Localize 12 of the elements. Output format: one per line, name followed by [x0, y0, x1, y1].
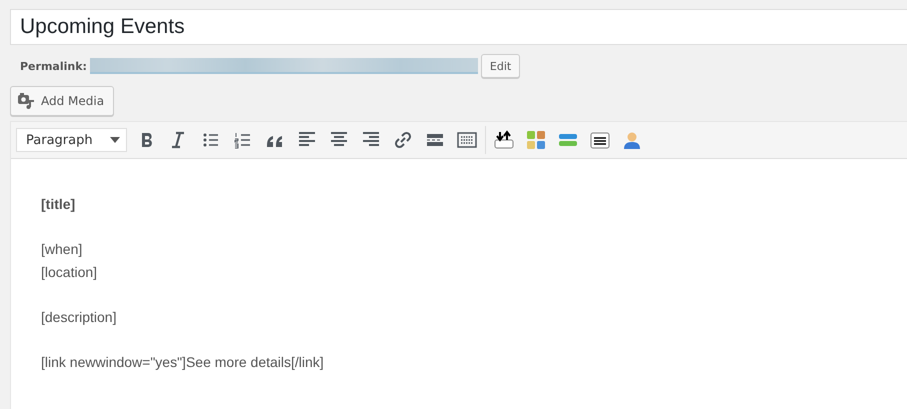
- add-media-button[interactable]: Add Media: [10, 86, 114, 116]
- format-dropdown[interactable]: Paragraph: [16, 128, 127, 152]
- permalink-label: Permalink:: [20, 60, 87, 72]
- shortcode-text: [title]: [41, 195, 76, 214]
- shortcode-text: [when]: [41, 240, 84, 259]
- camera-music-icon: [17, 92, 35, 110]
- shortcode-text: [link newwindow="yes"]See more details[/link]: [41, 353, 325, 372]
- edit-button[interactable]: Edit: [480, 54, 520, 78]
- caret-icon: [110, 137, 120, 143]
- shortcode-text: [location]: [41, 263, 98, 282]
- shortcode-text: [description]: [41, 308, 118, 327]
- title-field[interactable]: Upcoming Events: [10, 9, 907, 45]
